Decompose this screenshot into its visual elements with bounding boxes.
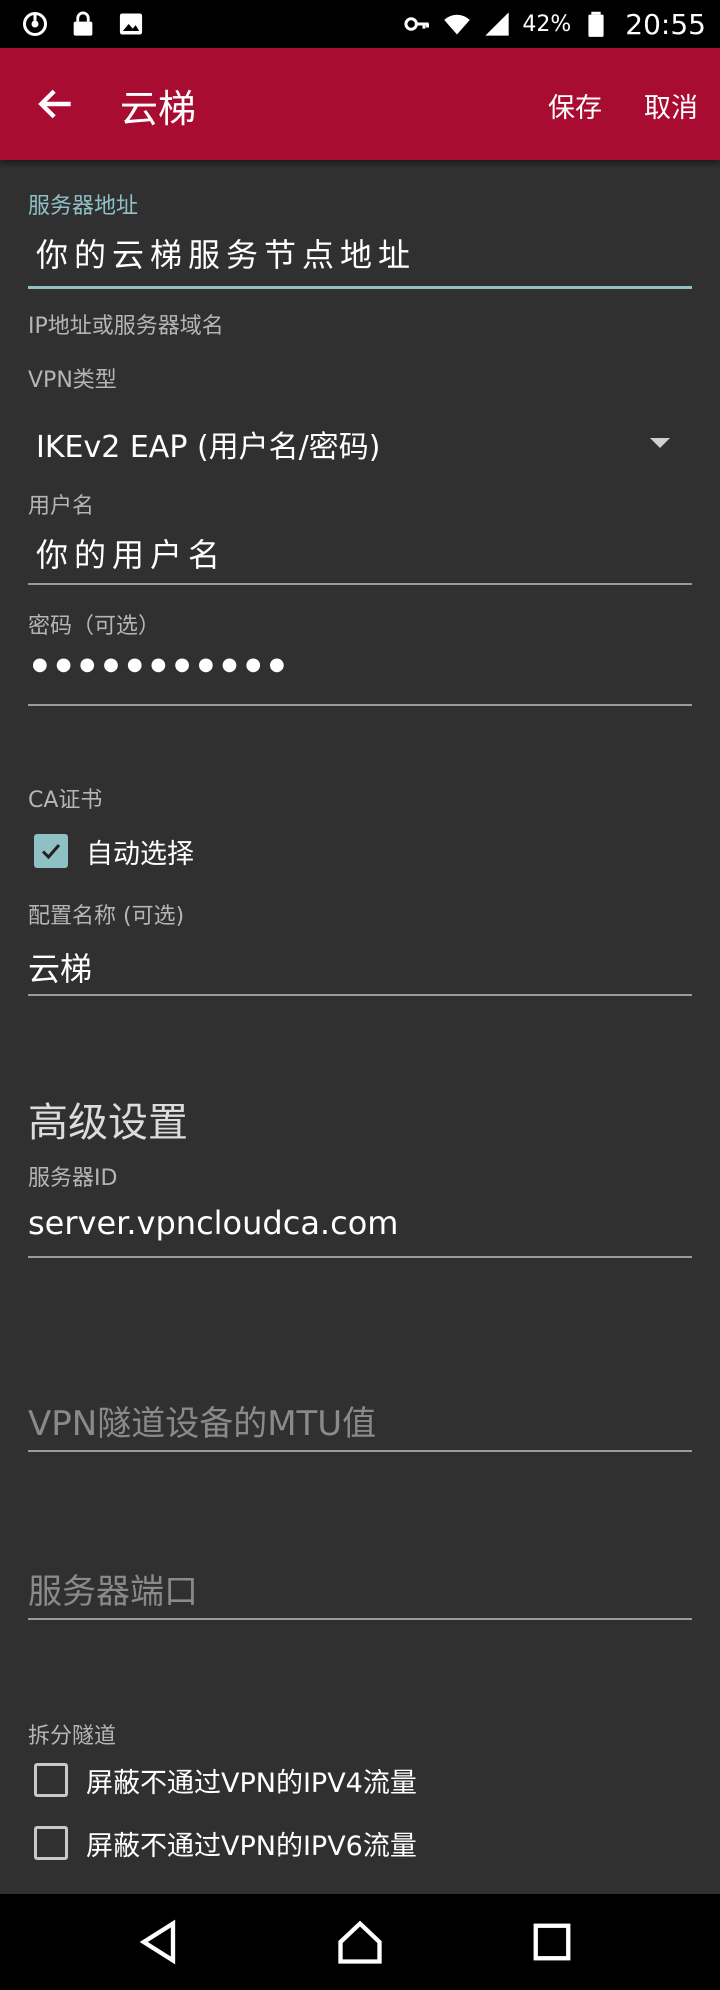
server-address-label: 服务器地址 xyxy=(28,194,139,219)
password-input[interactable]: ●●●●●●●●●●● xyxy=(32,654,293,675)
block-ipv4-row[interactable]: 屏蔽不通过VPN的IPV4流量 xyxy=(28,1755,417,1805)
vpn-type-label: VPN类型 xyxy=(28,368,117,393)
mtu-input[interactable]: VPN隧道设备的MTU值 xyxy=(28,1396,376,1445)
block-ipv4-checkbox[interactable] xyxy=(34,1763,68,1797)
vpn-type-value: IKEv2 EAP (用户名/密码) xyxy=(36,430,381,465)
server-port-underline xyxy=(28,1618,692,1620)
check-icon xyxy=(41,844,61,860)
server-id-label: 服务器ID xyxy=(28,1166,118,1191)
lock-icon xyxy=(68,9,98,39)
password-underline xyxy=(28,704,692,706)
data-sync-icon xyxy=(20,9,50,39)
status-bar: 42% 20:55 xyxy=(0,0,720,48)
server-id-underline xyxy=(28,1256,692,1258)
block-ipv4-label: 屏蔽不通过VPN的IPV4流量 xyxy=(86,1767,417,1799)
username-input[interactable]: 你的用户名 xyxy=(36,530,226,576)
server-port-input[interactable]: 服务器端口 xyxy=(28,1564,198,1613)
auto-select-checkbox[interactable] xyxy=(34,834,68,868)
block-ipv6-row[interactable]: 屏蔽不通过VPN的IPV6流量 xyxy=(28,1818,417,1868)
split-tunneling-label: 拆分隧道 xyxy=(28,1724,117,1749)
block-ipv6-checkbox[interactable] xyxy=(34,1826,68,1860)
back-arrow-icon[interactable] xyxy=(34,82,78,126)
signal-icon xyxy=(482,9,512,39)
server-address-input[interactable]: 你的云梯服务节点地址 xyxy=(36,230,416,276)
ca-certificate-label: CA证书 xyxy=(28,788,103,813)
vpn-type-dropdown[interactable]: IKEv2 EAP (用户名/密码) xyxy=(28,412,692,472)
battery-percent: 42% xyxy=(522,11,572,37)
app-bar: 云梯 保存 取消 xyxy=(0,48,720,160)
page-title: 云梯 xyxy=(120,87,197,131)
recents-nav-icon[interactable] xyxy=(526,1916,578,1968)
server-id-input[interactable]: server.vpncloudca.com xyxy=(28,1204,398,1242)
dropdown-arrow-icon xyxy=(650,438,670,448)
wifi-icon xyxy=(442,9,472,39)
cancel-button[interactable]: 取消 xyxy=(644,86,698,125)
auto-select-label: 自动选择 xyxy=(86,838,194,870)
server-address-underline xyxy=(28,286,692,289)
block-ipv6-label: 屏蔽不通过VPN的IPV6流量 xyxy=(86,1830,417,1862)
password-label: 密码（可选） xyxy=(28,614,161,639)
mtu-underline xyxy=(28,1450,692,1452)
auto-select-checkbox-row[interactable]: 自动选择 xyxy=(28,826,194,876)
profile-name-input[interactable]: 云梯 xyxy=(28,944,92,990)
profile-name-label: 配置名称 (可选) xyxy=(28,904,185,929)
server-address-helper: IP地址或服务器域名 xyxy=(28,314,224,339)
advanced-settings-heading: 高级设置 xyxy=(28,1100,188,1146)
username-label: 用户名 xyxy=(28,494,95,519)
username-underline xyxy=(28,583,692,585)
navigation-bar xyxy=(0,1894,720,1990)
home-nav-icon[interactable] xyxy=(334,1916,386,1968)
save-button[interactable]: 保存 xyxy=(548,86,602,125)
clock: 20:55 xyxy=(625,7,706,41)
profile-name-underline xyxy=(28,994,692,996)
image-icon xyxy=(116,9,146,39)
battery-icon xyxy=(581,9,611,39)
back-nav-icon[interactable] xyxy=(134,1916,186,1968)
vpn-key-icon xyxy=(402,9,432,39)
